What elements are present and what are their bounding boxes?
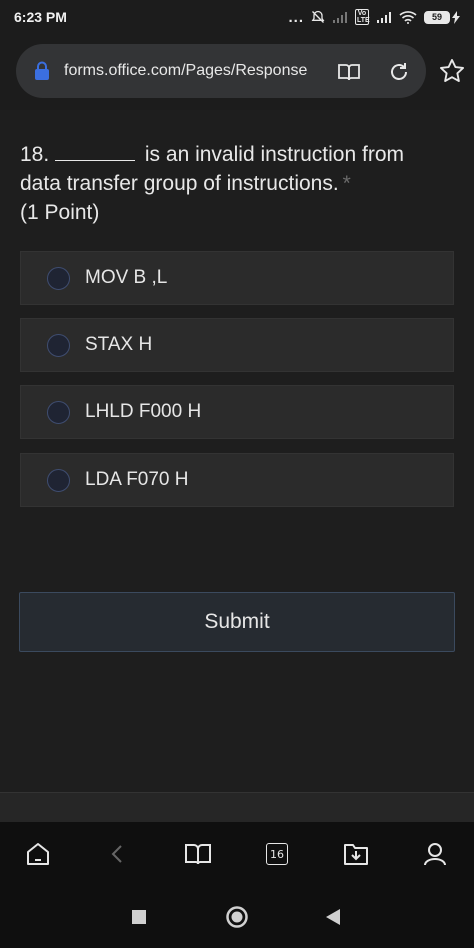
option-label: STAX H [85, 334, 153, 355]
profile-button[interactable] [419, 838, 451, 870]
form-footer [0, 792, 474, 822]
bookmarks-icon [185, 844, 211, 865]
signal-icon [377, 11, 391, 23]
reload-icon [391, 63, 407, 80]
charging-bolt-icon [452, 10, 460, 24]
wifi-icon [399, 11, 417, 24]
mute-bell-icon [311, 10, 325, 23]
question-block: 18. is an invalid instruction from data … [20, 140, 450, 227]
question-points: (1 Point) [20, 201, 100, 224]
option-stax-h[interactable]: STAX H [20, 318, 454, 372]
back-icon [111, 845, 122, 863]
browser-bar: forms.office.com/Pages/Response [0, 34, 474, 110]
status-time: 6:23 PM [14, 9, 67, 25]
recents-button[interactable] [124, 902, 154, 932]
radio-button[interactable] [47, 266, 70, 290]
option-label: MOV B ,L [85, 267, 168, 288]
status-bar: 6:23 PM ... Vo LTE 59 [0, 0, 474, 34]
home-button[interactable] [22, 838, 54, 870]
option-label: LHLD F000 H [85, 401, 202, 422]
bookmark-star-button[interactable] [438, 57, 466, 85]
profile-icon [424, 843, 446, 866]
back-button[interactable] [102, 838, 134, 870]
battery-indicator: 59 [424, 10, 460, 24]
home-icon [27, 843, 49, 865]
battery-level: 59 [424, 10, 450, 24]
tabs-button[interactable]: 16 [261, 838, 293, 870]
radio-button[interactable] [47, 400, 70, 424]
radio-button[interactable] [47, 468, 70, 492]
downloads-button[interactable] [340, 838, 372, 870]
more-dots: ... [288, 8, 304, 26]
system-navigation-bar [0, 886, 474, 948]
lock-icon [35, 61, 49, 80]
submit-button[interactable]: Submit [19, 592, 455, 652]
signal-weak-icon [333, 11, 347, 23]
bookmarks-button[interactable] [182, 838, 214, 870]
volte-badge: Vo LTE [355, 9, 370, 25]
option-mov-b-l[interactable]: MOV B ,L [20, 251, 454, 305]
option-label: LDA F070 H [85, 469, 189, 490]
question-blank [55, 143, 136, 161]
home-circle-icon [226, 906, 248, 928]
status-icons: ... Vo LTE 59 [288, 9, 460, 26]
browser-toolbar: 16 [0, 822, 474, 886]
system-back-button[interactable] [318, 902, 348, 932]
downloads-icon [344, 844, 368, 865]
question-number: 18. [20, 143, 50, 166]
reader-mode-icon [338, 64, 360, 81]
reload-button[interactable] [386, 59, 412, 85]
radio-button[interactable] [47, 333, 70, 357]
form-content: 18. is an invalid instruction from data … [0, 110, 474, 792]
address-bar[interactable]: forms.office.com/Pages/Response [16, 44, 426, 98]
required-marker: * [342, 172, 351, 195]
url-text[interactable]: forms.office.com/Pages/Response [64, 62, 308, 80]
recents-square-icon [132, 910, 146, 924]
system-home-button[interactable] [222, 902, 252, 932]
tabs-icon: 16 [266, 843, 288, 865]
back-triangle-icon [326, 909, 340, 925]
star-icon [439, 58, 465, 82]
option-lda-f070-h[interactable]: LDA F070 H [20, 453, 454, 507]
reader-mode-button[interactable] [336, 59, 362, 85]
option-lhld-f000-h[interactable]: LHLD F000 H [20, 385, 454, 439]
